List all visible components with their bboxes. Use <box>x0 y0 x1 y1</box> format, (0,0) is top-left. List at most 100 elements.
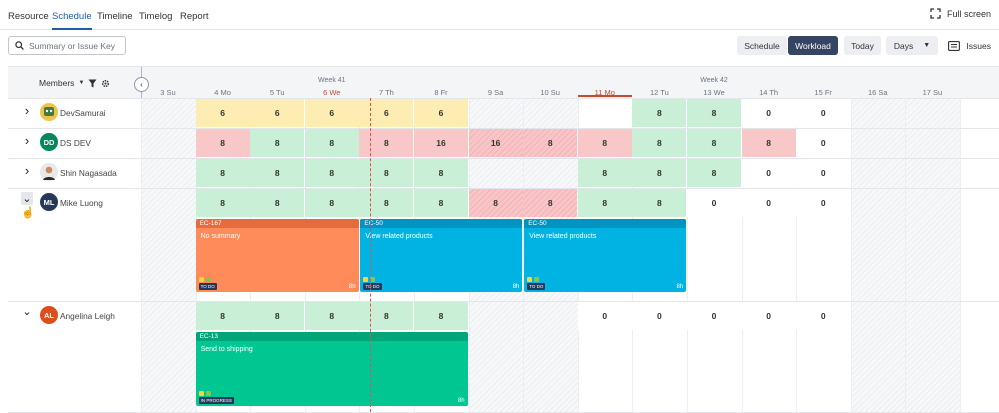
issue-card[interactable]: EC-50 View related products TO DO 8h <box>524 219 687 292</box>
issue-card[interactable]: EC-167 No summary TO DO 8h <box>195 219 359 292</box>
workload-cell[interactable]: 8 <box>632 99 687 127</box>
chevron-right-icon[interactable]: › <box>21 163 33 178</box>
day-header: 10 Su <box>540 88 560 97</box>
tab-timeline[interactable]: Timeline <box>97 11 133 22</box>
workload-cell[interactable]: 8 <box>687 159 741 187</box>
workload-view-button[interactable]: Workload <box>788 36 838 55</box>
workload-cell[interactable]: 8 <box>577 189 632 217</box>
workload-cell[interactable]: 8 <box>195 189 250 217</box>
workload-cell[interactable]: 6 <box>414 99 468 127</box>
workload-cell[interactable]: 0 <box>796 159 851 187</box>
chevron-down-icon[interactable]: ⌄ <box>21 305 33 318</box>
workload-cell[interactable]: 8 <box>414 302 468 330</box>
workload-cell[interactable]: 8 <box>632 159 687 187</box>
workload-cell[interactable]: 0 <box>687 302 741 330</box>
search-box[interactable] <box>8 36 126 55</box>
days-label: Days <box>893 40 914 51</box>
grid-row-line <box>8 301 999 302</box>
priority-icon <box>205 391 211 396</box>
issues-button[interactable]: Issues <box>948 36 991 55</box>
workload-cell[interactable]: 6 <box>359 99 414 127</box>
issue-key: EC-50 <box>360 219 523 228</box>
tab-timelog[interactable]: Timelog <box>139 11 172 22</box>
workload-cell[interactable]: 8 <box>687 129 741 157</box>
workload-cell[interactable]: 8 <box>359 302 414 330</box>
workload-cell[interactable]: 8 <box>195 302 250 330</box>
workload-cell[interactable]: 0 <box>741 189 796 217</box>
workload-cell[interactable]: 6 <box>250 99 305 127</box>
tab-resource[interactable]: Resource <box>8 11 49 22</box>
fullscreen-label: Full screen <box>946 8 991 19</box>
today-button[interactable]: Today <box>844 36 881 55</box>
issue-hours: 8h <box>512 284 520 290</box>
workload-cell[interactable]: 8 <box>304 302 359 330</box>
day-header: 15 Fr <box>814 88 832 97</box>
workload-cell[interactable]: 8 <box>359 189 414 217</box>
tab-report[interactable]: Report <box>180 11 209 22</box>
workload-cell[interactable]: 6 <box>304 99 359 127</box>
workload-cell[interactable]: 8 <box>304 159 359 187</box>
avatar <box>40 163 58 181</box>
workload-cell[interactable]: 8 <box>523 129 578 157</box>
status-badge: TO DO <box>527 283 546 290</box>
workload-cell[interactable]: 8 <box>523 189 578 217</box>
workload-cell[interactable]: 8 <box>468 189 523 217</box>
workload-cell[interactable]: 16 <box>468 129 523 157</box>
workload-cell[interactable]: 8 <box>741 129 796 157</box>
workload-cell[interactable]: 0 <box>796 302 851 330</box>
workload-cell[interactable]: 8 <box>304 189 359 217</box>
priority-icon <box>370 277 376 282</box>
search-icon <box>15 41 24 50</box>
workload-cell[interactable]: 0 <box>741 99 796 127</box>
workload-cell[interactable]: 0 <box>687 189 741 217</box>
collapse-sidebar-button[interactable]: ‹ <box>134 77 149 92</box>
workload-cell[interactable]: 6 <box>195 99 250 127</box>
avatar: ML <box>40 193 58 211</box>
tab-schedule[interactable]: Schedule <box>52 11 92 30</box>
workload-cell[interactable]: 8 <box>359 159 414 187</box>
workload-cell[interactable]: 8 <box>359 129 414 157</box>
priority-icon <box>534 277 540 282</box>
workload-cell[interactable]: 8 <box>577 159 632 187</box>
chevron-right-icon[interactable]: › <box>21 103 33 118</box>
workload-cell[interactable]: 0 <box>632 302 687 330</box>
workload-cell[interactable]: 8 <box>250 159 305 187</box>
issue-type-icons <box>198 277 217 282</box>
workload-cell[interactable]: 0 <box>796 99 851 127</box>
workload-cell[interactable]: 16 <box>414 129 468 157</box>
day-header: 13 We <box>703 88 725 97</box>
workload-cell[interactable]: 8 <box>304 129 359 157</box>
workload-cell[interactable]: 8 <box>687 99 741 127</box>
workload-cell[interactable]: 8 <box>577 129 632 157</box>
workload-cell[interactable]: 8 <box>632 189 687 217</box>
days-dropdown[interactable]: Days ▼ <box>886 36 938 55</box>
search-input[interactable] <box>29 40 119 51</box>
issues-label: Issues <box>966 40 991 51</box>
day-header: 6 We <box>323 88 341 97</box>
workload-cell[interactable]: 8 <box>414 159 468 187</box>
today-indicator <box>577 95 632 97</box>
workload-cell[interactable]: 0 <box>796 129 851 157</box>
workload-cell[interactable]: 8 <box>632 129 687 157</box>
issue-card[interactable]: EC-50 View related products TO DO 8h <box>360 219 523 292</box>
top-navigation: Resource Schedule Timeline Timelog Repor… <box>0 0 999 30</box>
chevron-right-icon[interactable]: › <box>21 133 33 148</box>
workload-cell[interactable]: 8 <box>414 189 468 217</box>
workload-cell[interactable]: 0 <box>796 189 851 217</box>
issue-hours: 8h <box>348 284 356 290</box>
workload-cell[interactable]: 8 <box>195 159 250 187</box>
fullscreen-button[interactable]: Full screen <box>930 8 991 19</box>
workload-cell[interactable]: 8 <box>250 302 305 330</box>
schedule-view-button[interactable]: Schedule <box>737 36 787 55</box>
workload-cell[interactable]: 0 <box>741 302 796 330</box>
workload-cell[interactable]: 0 <box>741 159 796 187</box>
day-header: 4 Mo <box>214 88 231 97</box>
workload-cell[interactable]: 8 <box>250 189 305 217</box>
avatar: AL <box>40 306 58 324</box>
issue-card[interactable]: EC-13 Send to shipping IN PROGRESS 8h <box>195 332 468 406</box>
current-time-line <box>370 98 371 412</box>
workload-cell[interactable]: 8 <box>195 129 250 157</box>
workload-cell[interactable]: 0 <box>577 302 632 330</box>
workload-cell[interactable]: 8 <box>250 129 305 157</box>
chevron-down-icon[interactable]: ⌄ <box>21 192 33 205</box>
